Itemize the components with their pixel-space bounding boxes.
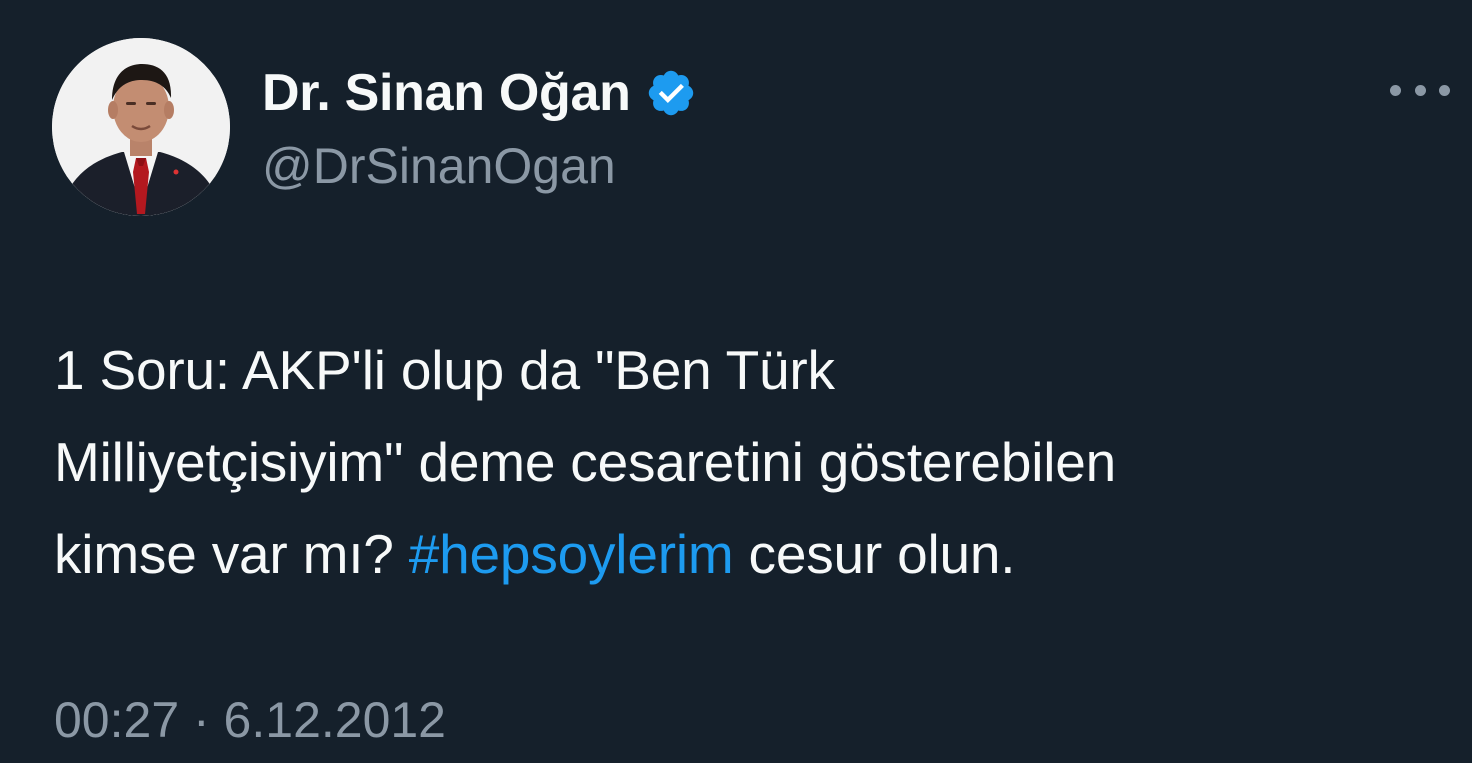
tweet-timestamp[interactable]: 00:27 · 6.12.2012 bbox=[54, 688, 446, 752]
tweet-text-segment: cesur olun. bbox=[733, 523, 1016, 585]
more-horizontal-icon-dot bbox=[1414, 84, 1426, 96]
author-name-row: Dr. Sinan Oğan bbox=[262, 58, 697, 128]
tweet-text-line-3: kimse var mı? #hepsoylerim cesur olun. bbox=[54, 508, 1444, 600]
tweet-text: 1 Soru: AKP'li olup da "Ben Türk Milliye… bbox=[54, 324, 1444, 600]
hashtag-link[interactable]: #hepsoylerim bbox=[409, 523, 734, 585]
tweet-card: Dr. Sinan Oğan @DrSinanOgan 1 Soru: AKP'… bbox=[0, 0, 1472, 763]
tweet-text-line-2: Milliyetçisiyim" deme cesaretini göstere… bbox=[54, 431, 1117, 493]
verified-badge-icon[interactable] bbox=[645, 67, 697, 119]
tweet-text-line-1: 1 Soru: AKP'li olup da "Ben Türk bbox=[54, 339, 835, 401]
profile-photo-icon bbox=[52, 38, 230, 216]
more-options-button[interactable] bbox=[1390, 72, 1450, 108]
author-display-name[interactable]: Dr. Sinan Oğan bbox=[262, 58, 631, 128]
more-horizontal-icon bbox=[1390, 84, 1401, 96]
tweet-text-segment: kimse var mı? bbox=[54, 523, 409, 585]
author-handle[interactable]: @DrSinanOgan bbox=[262, 134, 616, 198]
more-horizontal-icon-dot bbox=[1439, 84, 1450, 96]
avatar[interactable] bbox=[52, 38, 230, 216]
